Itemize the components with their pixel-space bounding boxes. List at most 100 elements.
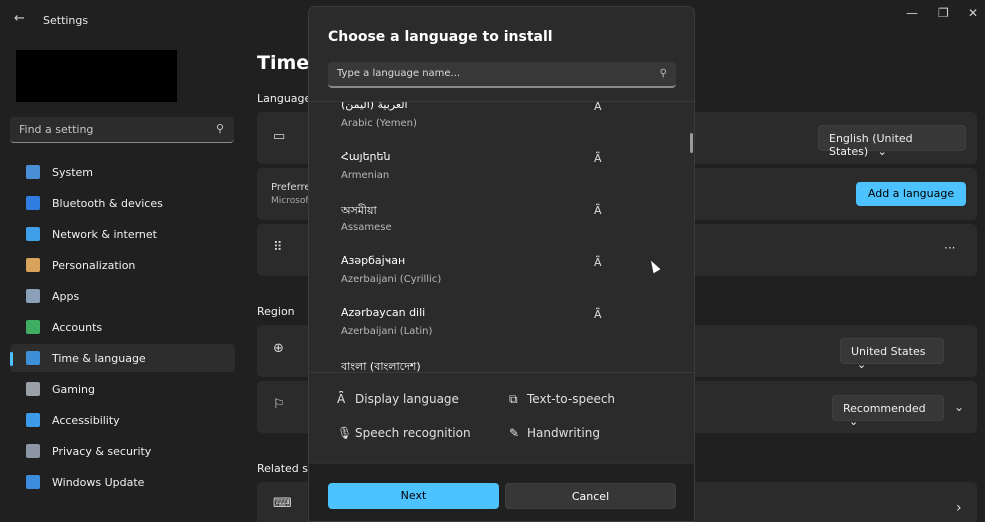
globe-icon: ⊕ — [273, 341, 284, 356]
dialog-title: Choose a language to install — [328, 29, 553, 45]
text-to-speech-icon: ⧉ — [509, 392, 518, 406]
feature-label: Display language — [355, 392, 459, 406]
sidebar-item-label: Time & language — [52, 352, 146, 365]
find-setting-input[interactable]: Find a setting ⚲ — [10, 117, 234, 143]
dialog-footer: Next Cancel — [309, 463, 694, 521]
language-native-name: Азәрбајҹан — [341, 254, 406, 267]
language-native-name: বাংলা (বাংলাদেশ) — [341, 360, 421, 373]
language-list-item[interactable]: Азәрбајҹан Azerbaijani (Cyrillic) A͆ — [309, 250, 694, 302]
display-language-feature-icon: A͆ — [594, 308, 602, 321]
next-button[interactable]: Next — [328, 483, 499, 509]
language-english-name: Armenian — [341, 170, 390, 181]
language-list[interactable]: العربية (اليمن) Arabic (Yemen) A͆ Հայերեն Ar… — [309, 101, 694, 373]
sidebar-item-label: Windows Update — [52, 476, 145, 489]
sidebar-item-system[interactable]: System — [10, 158, 235, 186]
sidebar-icon — [26, 196, 40, 210]
sidebar-item-network-internet[interactable]: Network & internet — [10, 220, 235, 248]
page-title: Time — [257, 52, 310, 74]
language-native-name: অসমীয়া — [341, 204, 377, 217]
display-language-feature-icon: A͆ — [594, 256, 602, 269]
cancel-button[interactable]: Cancel — [505, 483, 676, 509]
chevron-down-icon: ⌄ — [849, 415, 859, 428]
back-arrow-icon[interactable]: ← — [14, 11, 25, 26]
display-language-feature-icon: A͆ — [594, 101, 602, 113]
expand-chevron-icon[interactable]: ⌄ — [954, 400, 964, 414]
chevron-right-icon[interactable]: › — [956, 500, 962, 516]
regional-format-dropdown[interactable]: Recommended ⌄ — [832, 395, 944, 428]
sidebar-item-label: Network & internet — [52, 228, 157, 241]
sidebar-item-accounts[interactable]: Accounts — [10, 313, 235, 341]
feature-label: Text-to-speech — [527, 392, 616, 406]
language-english-name: Assamese — [341, 222, 392, 233]
display-language-feature-icon: A͆ — [594, 152, 602, 165]
sidebar-icon — [26, 444, 40, 458]
chevron-down-icon: ⌄ — [877, 145, 887, 158]
keyboard-icon: ⌨ — [273, 496, 292, 511]
display-language-dropdown[interactable]: English (United States) ⌄ — [818, 125, 966, 158]
sidebar-icon — [26, 289, 40, 303]
section-related: Related se — [257, 462, 315, 475]
sidebar-item-label: Personalization — [52, 259, 136, 272]
language-english-name: Arabic (Yemen) — [341, 118, 417, 129]
choose-language-dialog: Choose a language to install Type a lang… — [308, 6, 695, 522]
sidebar-item-label: Accounts — [52, 321, 103, 334]
sidebar-icon — [26, 227, 40, 241]
language-list-item[interactable]: Հայերեն Armenian A͆ — [309, 146, 694, 198]
sidebar-item-privacy-security[interactable]: Privacy & security — [10, 437, 235, 465]
sidebar-item-bluetooth-devices[interactable]: Bluetooth & devices — [10, 189, 235, 217]
language-search-input[interactable]: Type a language name... ⚲ — [328, 62, 676, 88]
language-search-placeholder: Type a language name... — [337, 68, 461, 79]
speech-recognition-icon: 🎙 — [337, 426, 353, 440]
sidebar-item-label: Privacy & security — [52, 445, 152, 458]
chevron-down-icon: ⌄ — [857, 358, 867, 371]
search-icon: ⚲ — [659, 68, 667, 79]
add-language-button[interactable]: Add a language — [856, 182, 966, 206]
sidebar-item-label: Apps — [52, 290, 80, 303]
minimize-icon[interactable]: — — [906, 6, 918, 20]
language-native-name: Հայերեն — [341, 150, 391, 163]
display-language-icon: A͆ — [337, 392, 346, 406]
preferred-label: Preferre — [271, 182, 311, 193]
language-list-item[interactable]: অসমীয়া Assamese A͆ — [309, 198, 694, 250]
sidebar-icon — [26, 351, 40, 365]
section-language: Language — [257, 92, 312, 105]
sidebar-item-label: Bluetooth & devices — [52, 197, 163, 210]
display-language-feature-icon: A͆ — [594, 204, 602, 217]
find-setting-placeholder: Find a setting — [19, 123, 94, 136]
regional-format-value: Recommended — [843, 402, 926, 415]
drag-handle-icon[interactable]: ⠿ — [273, 240, 283, 255]
close-icon[interactable]: ✕ — [968, 6, 978, 20]
app-title: Settings — [43, 14, 89, 27]
feature-display-language: A͆ Display language — [337, 392, 459, 406]
sidebar-item-gaming[interactable]: Gaming — [10, 375, 235, 403]
language-list-item[interactable]: বাংলা (বাংলাদেশ) — [309, 354, 694, 373]
feature-label: Handwriting — [527, 426, 600, 440]
sidebar-icon — [26, 413, 40, 427]
handwriting-icon: ✎ — [509, 426, 520, 440]
restore-icon[interactable]: ❐ — [938, 6, 949, 20]
sidebar-item-label: System — [52, 166, 94, 179]
monitor-icon: ▭ — [273, 129, 286, 144]
language-english-name: Azerbaijani (Latin) — [341, 326, 433, 337]
regional-format-icon: ⚐ — [273, 397, 285, 412]
language-list-item[interactable]: Azərbaycan dili Azerbaijani (Latin) A͆ — [309, 302, 694, 354]
sidebar-item-personalization[interactable]: Personalization — [10, 251, 235, 279]
account-block[interactable] — [16, 50, 177, 102]
sidebar-icon — [26, 165, 40, 179]
preferred-sub: Microsof — [271, 196, 309, 206]
sidebar-icon — [26, 475, 40, 489]
feature-text-to-speech: ⧉ Text-to-speech — [509, 392, 615, 407]
country-dropdown[interactable]: United States ⌄ — [840, 338, 944, 371]
language-native-name: العربية (اليمن) — [341, 101, 408, 111]
section-region: Region — [257, 305, 295, 318]
sidebar-icon — [26, 382, 40, 396]
sidebar-item-windows-update[interactable]: Windows Update — [10, 468, 235, 496]
language-list-item[interactable]: العربية (اليمن) Arabic (Yemen) A͆ — [309, 101, 694, 146]
sidebar-item-apps[interactable]: Apps — [10, 282, 235, 310]
sidebar-item-accessibility[interactable]: Accessibility — [10, 406, 235, 434]
more-options-icon[interactable]: ··· — [944, 241, 955, 255]
sidebar-item-time-language[interactable]: Time & language — [10, 344, 235, 372]
feature-handwriting: ✎ Handwriting — [509, 426, 600, 440]
scrollbar-thumb[interactable] — [690, 133, 693, 153]
country-value: United States — [851, 345, 926, 358]
